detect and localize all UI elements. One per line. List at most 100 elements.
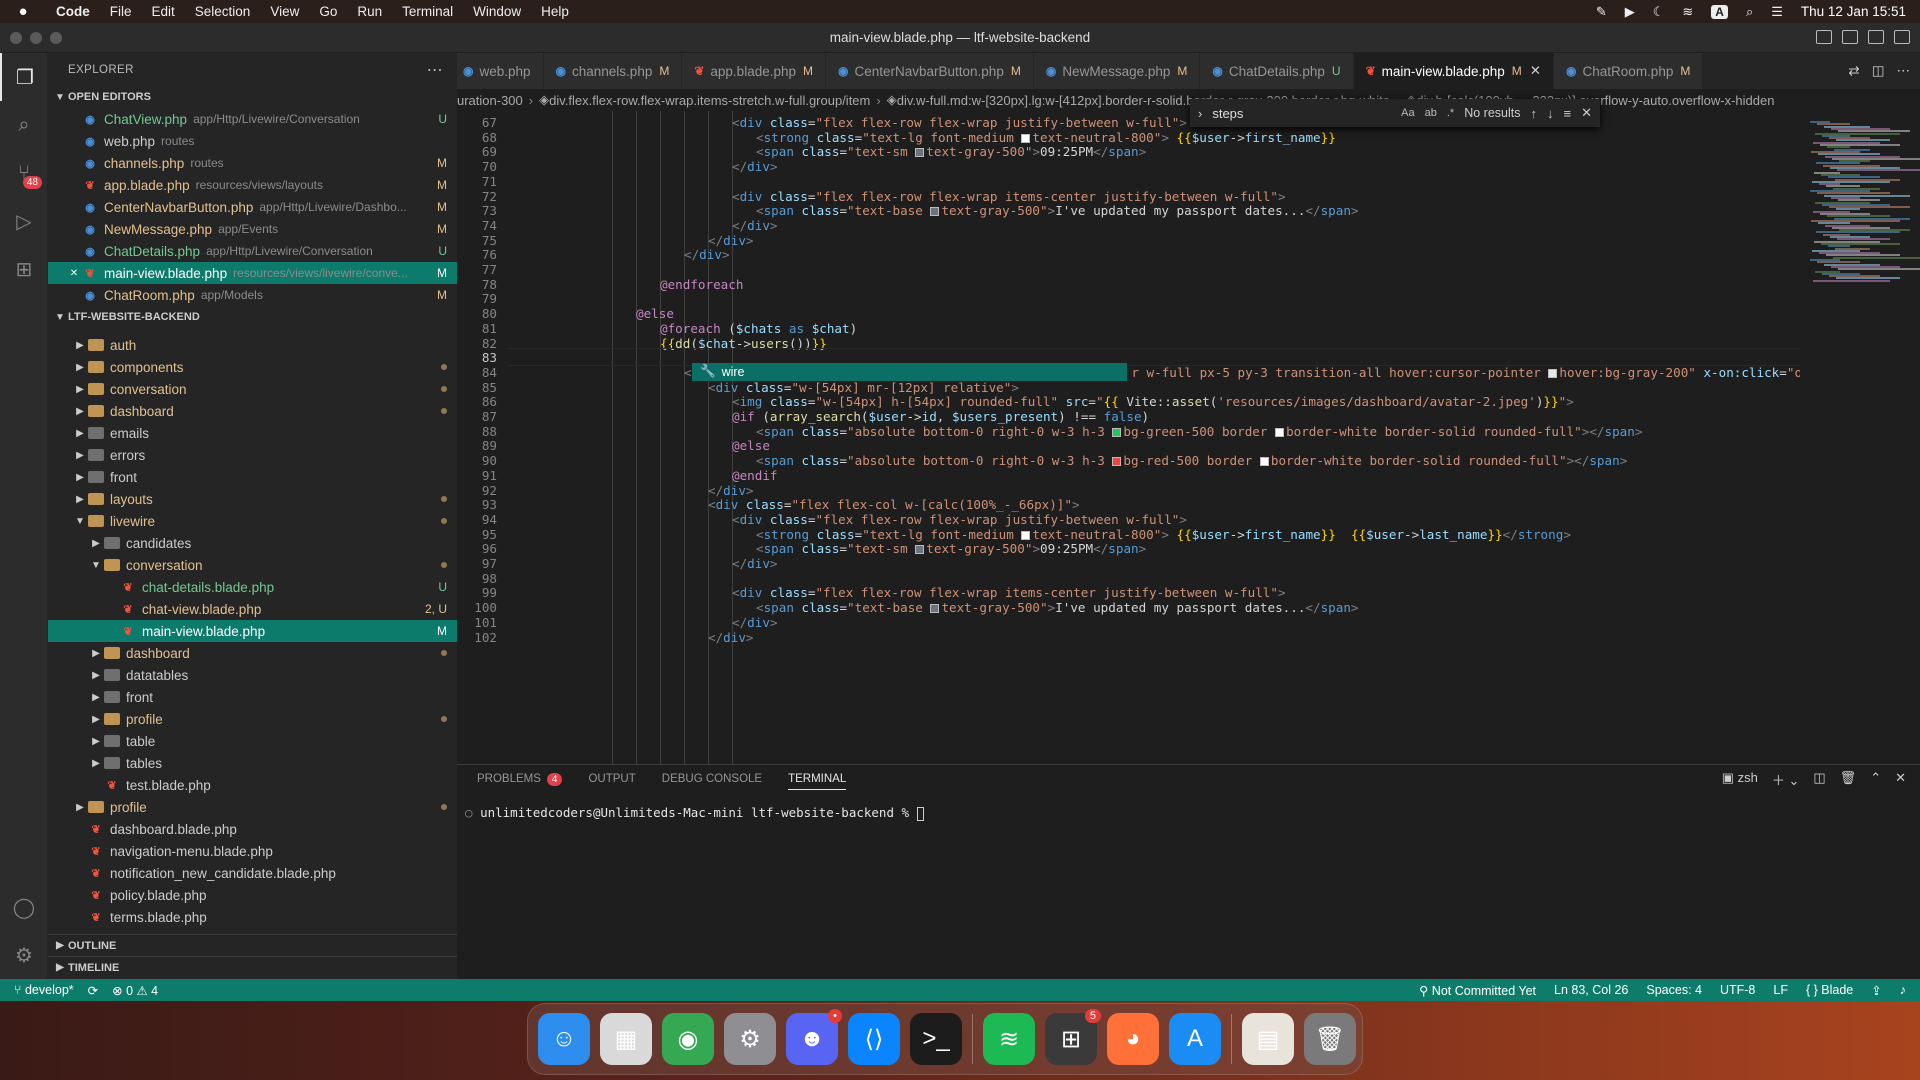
chrome-icon[interactable]: ◉: [662, 1013, 714, 1065]
menu-run[interactable]: Run: [347, 4, 392, 19]
extensions-icon[interactable]: ⊞: [0, 245, 48, 293]
folder-item[interactable]: ▶ auth: [48, 334, 457, 356]
sync-icon[interactable]: ⟳: [88, 983, 98, 998]
git-branch-indicator[interactable]: ⑂ develop*: [14, 983, 74, 998]
file-item[interactable]: ❦ navigation-menu.blade.php: [48, 840, 457, 862]
toggle-replace-icon[interactable]: ›: [1198, 106, 1202, 121]
spotify-icon[interactable]: ≋: [983, 1013, 1035, 1065]
open-editor-item[interactable]: ◉ ChatRoom.php app/Models M: [48, 284, 457, 306]
control-center-icon[interactable]: ☰: [1771, 4, 1783, 20]
open-editor-item[interactable]: ◉ NewMessage.php app/Events M: [48, 218, 457, 240]
system-settings-icon[interactable]: ⚙: [724, 1013, 776, 1065]
vscode-icon[interactable]: ⟨⟩: [848, 1013, 900, 1065]
open-editor-item[interactable]: ◉ ChatDetails.php app/Http/Livewire/Conver…: [48, 240, 457, 262]
wifi-icon[interactable]: ≋: [1682, 4, 1693, 20]
menu-app-name[interactable]: Code: [46, 4, 100, 19]
close-tab-icon[interactable]: ✕: [1530, 63, 1541, 79]
file-item[interactable]: ❦ policy.blade.php: [48, 884, 457, 906]
firefox-icon[interactable]: ◕: [1107, 1013, 1159, 1065]
trash-icon[interactable]: 🗑: [1304, 1013, 1356, 1065]
menu-edit[interactable]: Edit: [142, 4, 185, 19]
minimize-window-button[interactable]: [30, 31, 42, 44]
tab-terminal[interactable]: TERMINAL: [788, 773, 847, 790]
folder-item[interactable]: ▶ datatables: [48, 664, 457, 686]
file-item[interactable]: ❦ dashboard.blade.php: [48, 818, 457, 840]
menu-window[interactable]: Window: [463, 4, 531, 19]
breadcrumb-item[interactable]: uration-300: [457, 93, 523, 108]
folder-item[interactable]: ▼ conversation: [48, 554, 457, 576]
breadcrumb-item[interactable]: div.flex.flex-row.flex-wrap.items-stretc…: [549, 93, 870, 108]
customize-layout-icon[interactable]: [1894, 30, 1910, 44]
explorer-icon[interactable]: ❐: [0, 53, 48, 101]
code-editor[interactable]: 67 <div class="flex flex-row flex-wrap ju…: [457, 111, 1877, 764]
timeline-section-header[interactable]: ▶ TIMELINE: [48, 956, 457, 978]
tab-newmessage-php[interactable]: ◉ NewMessage.php M: [1033, 53, 1201, 89]
git-blame-indicator[interactable]: ⚲ Not Committed Yet: [1419, 983, 1536, 998]
folder-item[interactable]: ▶ candidates: [48, 532, 457, 554]
notifications-bell-icon[interactable]: ♪: [1900, 983, 1906, 998]
file-item[interactable]: ❦ chat-view.blade.php 2, U: [48, 598, 457, 620]
open-editor-item[interactable]: ◉ ChatView.php app/Http/Livewire/Conversat…: [48, 108, 457, 130]
tab-centernavbarbutton-php[interactable]: ◉ CenterNavbarButton.php M: [826, 53, 1034, 89]
tab-output[interactable]: OUTPUT: [588, 773, 635, 785]
media-play-icon[interactable]: ▶: [1625, 4, 1635, 20]
open-editor-item[interactable]: ❦ app.blade.php resources/views/layouts M: [48, 174, 457, 196]
terminal-icon[interactable]: >_: [910, 1013, 962, 1065]
menubar-clock[interactable]: Thu 12 Jan 15:51: [1801, 4, 1906, 19]
launchpad-icon[interactable]: ▦: [600, 1013, 652, 1065]
zoom-window-button[interactable]: [50, 31, 62, 44]
folder-item[interactable]: ▼ livewire: [48, 510, 457, 532]
folder-item[interactable]: ▶ errors: [48, 444, 457, 466]
menu-help[interactable]: Help: [531, 4, 579, 19]
match-whole-word-icon[interactable]: ab: [1425, 107, 1437, 119]
terminal-shell-icon[interactable]: ▣ zsh: [1722, 770, 1758, 789]
tab-chatdetails-php[interactable]: ◉ ChatDetails.php U: [1200, 53, 1354, 89]
account-icon[interactable]: ◯: [0, 883, 48, 931]
language-mode[interactable]: { } Blade: [1806, 983, 1853, 998]
toggle-primary-sidebar-icon[interactable]: [1816, 30, 1832, 44]
problems-indicator[interactable]: ⊗ 0 ⚠ 4: [112, 983, 158, 998]
folder-item[interactable]: ▶ dashboard: [48, 400, 457, 422]
folder-item[interactable]: ▶ front: [48, 686, 457, 708]
file-item[interactable]: ❦ notification_new_candidate.blade.php: [48, 862, 457, 884]
tab-web-php[interactable]: ◉ web.php: [457, 53, 544, 89]
source-control-icon[interactable]: ⑂ 48: [0, 149, 48, 197]
use-regex-icon[interactable]: .*: [1447, 107, 1454, 119]
open-changes-icon[interactable]: ⇄: [1848, 63, 1859, 79]
close-find-icon[interactable]: ✕: [1581, 105, 1592, 121]
menu-view[interactable]: View: [260, 4, 309, 19]
encoding-indicator[interactable]: UTF-8: [1720, 983, 1755, 998]
tab-chatroom-php[interactable]: ◉ ChatRoom.php M: [1554, 53, 1704, 89]
maximize-panel-icon[interactable]: ⌃: [1870, 770, 1881, 789]
more-actions-icon[interactable]: ⋯: [1897, 63, 1911, 79]
ms-store-icon[interactable]: ⊞ 5: [1045, 1009, 1101, 1065]
menu-go[interactable]: Go: [309, 4, 347, 19]
menu-selection[interactable]: Selection: [185, 4, 261, 19]
feather-icon[interactable]: ✎: [1596, 4, 1607, 20]
manage-gear-icon[interactable]: ⚙: [0, 931, 48, 979]
close-window-button[interactable]: [10, 31, 22, 44]
toggle-panel-icon[interactable]: [1842, 30, 1858, 44]
file-item[interactable]: ❦ main-view.blade.php M: [48, 620, 457, 642]
toggle-secondary-sidebar-icon[interactable]: [1868, 30, 1884, 44]
terminal[interactable]: ○ unlimitedcoders@Unlimiteds-Mac-mini lt…: [457, 793, 1920, 821]
match-case-icon[interactable]: Aa: [1401, 107, 1414, 119]
folder-item[interactable]: ▶ dashboard: [48, 642, 457, 664]
tab-main-view-blade-php[interactable]: ❦ main-view.blade.php M ✕: [1353, 53, 1555, 89]
tab-debug-console[interactable]: DEBUG CONSOLE: [662, 773, 762, 785]
folder-item[interactable]: ▶ tables: [48, 752, 457, 774]
open-editors-section-header[interactable]: ▼ OPEN EDITORS: [48, 86, 457, 108]
tab-channels-php[interactable]: ◉ channels.php M: [543, 53, 683, 89]
split-terminal-icon[interactable]: ◫: [1813, 770, 1825, 789]
apple-menu-icon[interactable]: ●: [0, 3, 46, 20]
app-store-icon[interactable]: A: [1169, 1013, 1221, 1065]
next-match-icon[interactable]: ↓: [1547, 106, 1554, 121]
folder-item[interactable]: ▶ profile: [48, 708, 457, 730]
file-item[interactable]: ❦ test.blade.php: [48, 774, 457, 796]
folder-item[interactable]: ▶ layouts: [48, 488, 457, 510]
menu-file[interactable]: File: [100, 4, 142, 19]
close-editor-icon[interactable]: ✕: [66, 268, 82, 279]
project-section-header[interactable]: ▼ LTF-WEBSITE-BACKEND: [48, 306, 457, 328]
menu-terminal[interactable]: Terminal: [392, 4, 463, 19]
folder-item[interactable]: ▶ table: [48, 730, 457, 752]
